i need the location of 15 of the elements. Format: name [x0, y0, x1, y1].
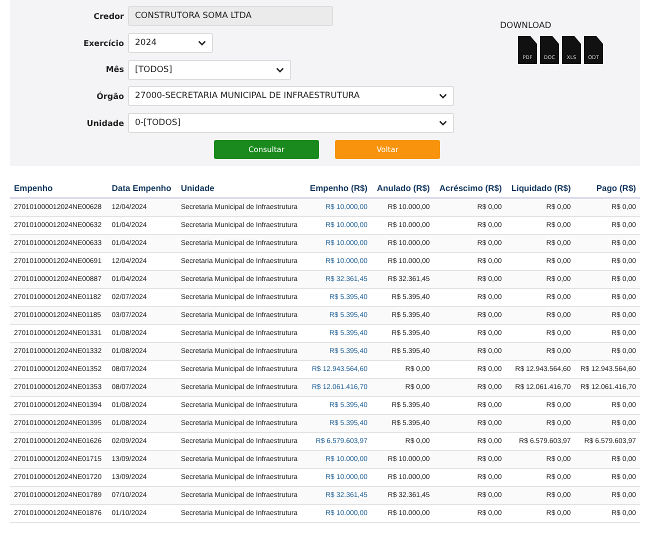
chevron-down-icon — [198, 40, 206, 46]
select-field[interactable]: 2024 — [128, 33, 213, 54]
select-field[interactable]: [TODOS] — [128, 60, 291, 80]
field-label: Órgão — [96, 92, 125, 101]
field-label: Credor — [92, 12, 125, 21]
chevron-down-icon — [439, 120, 447, 126]
field-label: Exercício — [82, 38, 125, 48]
chevron-down-icon — [439, 93, 447, 100]
download-title: DOWNLOAD — [500, 21, 552, 31]
select-field[interactable]: 27000-SECRETARIA MUNICIPAL DE INFRAESTRUTURA — [128, 86, 454, 106]
select-field[interactable]: 0-[TODOS] — [128, 113, 454, 134]
chevron-down-icon — [276, 66, 284, 73]
field-label: Mês — [104, 65, 125, 74]
field-label: Unidade — [86, 118, 125, 128]
readonly-field: CONSTRUTORA SOMA LTDA — [128, 6, 333, 26]
